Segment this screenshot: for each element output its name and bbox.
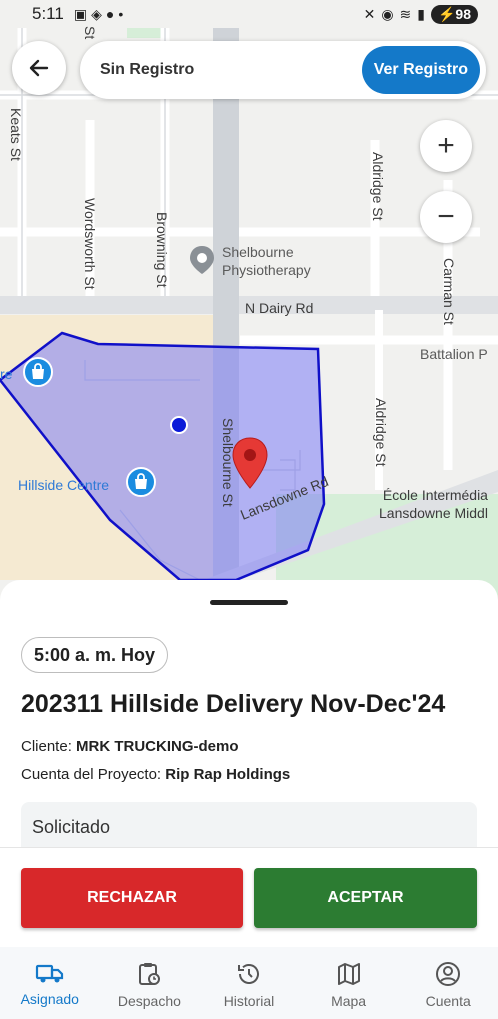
time-chip: 5:00 a. m. Hoy (21, 637, 169, 673)
arrow-left-icon (29, 59, 49, 77)
current-location-icon (170, 416, 188, 434)
view-registration-button[interactable]: Ver Registro (361, 46, 480, 94)
client-value: MRK TRUCKING-demo (76, 738, 239, 755)
zoom-out-button[interactable]: − (420, 191, 472, 243)
battery-indicator: ⚡98 (430, 4, 478, 24)
account-icon (436, 962, 461, 986)
job-status-text: Solicitado (32, 817, 111, 837)
street-label-wordsworth: Wordsworth St (82, 198, 98, 290)
street-label-aldridge-bottom: Aldridge St (373, 398, 389, 467)
back-button[interactable] (12, 41, 66, 95)
poi-hillside-label: Hillside Centre (18, 477, 110, 493)
nav-item-cuenta[interactable]: Cuenta (398, 947, 498, 1019)
client-label: Cliente: (21, 738, 72, 755)
street-label-n-dairy: N Dairy Rd (245, 300, 314, 316)
clipboard-clock-icon (139, 963, 161, 985)
poi-centre-label: re (0, 366, 13, 382)
notification-icons: ▣ ◈ ● • (74, 6, 123, 23)
chat-icon: ● (105, 6, 115, 22)
nav-label-cuenta: Cuenta (425, 993, 471, 1009)
nav-item-mapa[interactable]: Mapa (299, 947, 399, 1019)
account-label: Cuenta del Proyecto: (21, 766, 162, 783)
sheet-drag-handle[interactable] (210, 600, 288, 605)
street-label-keats: Keats St (8, 108, 24, 161)
nav-item-historial[interactable]: Historial (199, 947, 299, 1019)
gallery-icon: ▣ (73, 5, 88, 22)
registration-status-label: Sin Registro (100, 61, 195, 78)
client-row: Cliente: MRK TRUCKING-demo (21, 738, 239, 755)
diamond-icon: ◈ (91, 5, 102, 22)
status-bar: 5:11 ▣ ◈ ● • ✕ ◉ ≋ ▮ ⚡98 (0, 0, 498, 28)
nav-label-asignado: Asignado (20, 991, 79, 1007)
bottom-navigation: Asignado Despacho Historial Mapa Cuenta (0, 947, 498, 1019)
poi-battalion-label: Battalion P (420, 346, 488, 362)
system-icons: ✕ ◉ ≋ ▮ ⚡98 (363, 4, 478, 24)
status-time: 5:11 (32, 4, 64, 23)
truck-icon (35, 964, 63, 983)
street-label-browning: Browning St (154, 212, 170, 288)
account-value: Rip Rap Holdings (165, 766, 291, 783)
zoom-in-button[interactable]: + (420, 120, 472, 172)
street-label-carman: Carman St (441, 258, 457, 325)
nav-label-mapa: Mapa (331, 993, 367, 1009)
reject-button[interactable]: RECHAZAR (21, 868, 243, 928)
nav-item-despacho[interactable]: Despacho (100, 947, 200, 1019)
job-details-sheet: 5:00 a. m. Hoy 202311 Hillside Delivery … (0, 580, 498, 880)
nav-label-despacho: Despacho (117, 993, 181, 1009)
signal-icon: ▮ (417, 5, 425, 22)
action-bar: RECHAZAR ACEPTAR (0, 847, 498, 947)
dot-icon: • (118, 6, 124, 22)
street-label-aldridge-top: Aldridge St (370, 152, 386, 221)
poi-physio-label: Shelbourne Physiotherapy (222, 244, 311, 278)
account-row: Cuenta del Proyecto: Rip Rap Holdings (21, 766, 290, 783)
nav-item-asignado[interactable]: Asignado (0, 947, 100, 1019)
map-icon (337, 963, 360, 985)
accept-button[interactable]: ACEPTAR (254, 868, 477, 928)
mute-icon: ✕ (363, 5, 376, 22)
poi-school-label: École Intermédia Lansdowne Middl (379, 487, 488, 521)
nav-label-historial: Historial (223, 993, 275, 1009)
wifi-icon: ≋ (399, 5, 412, 22)
registration-bar: Sin Registro Ver Registro (80, 41, 486, 99)
location-icon: ◉ (381, 5, 394, 22)
job-title: 202311 Hillside Delivery Nov-Dec'24 (21, 690, 446, 718)
history-icon (237, 964, 259, 984)
